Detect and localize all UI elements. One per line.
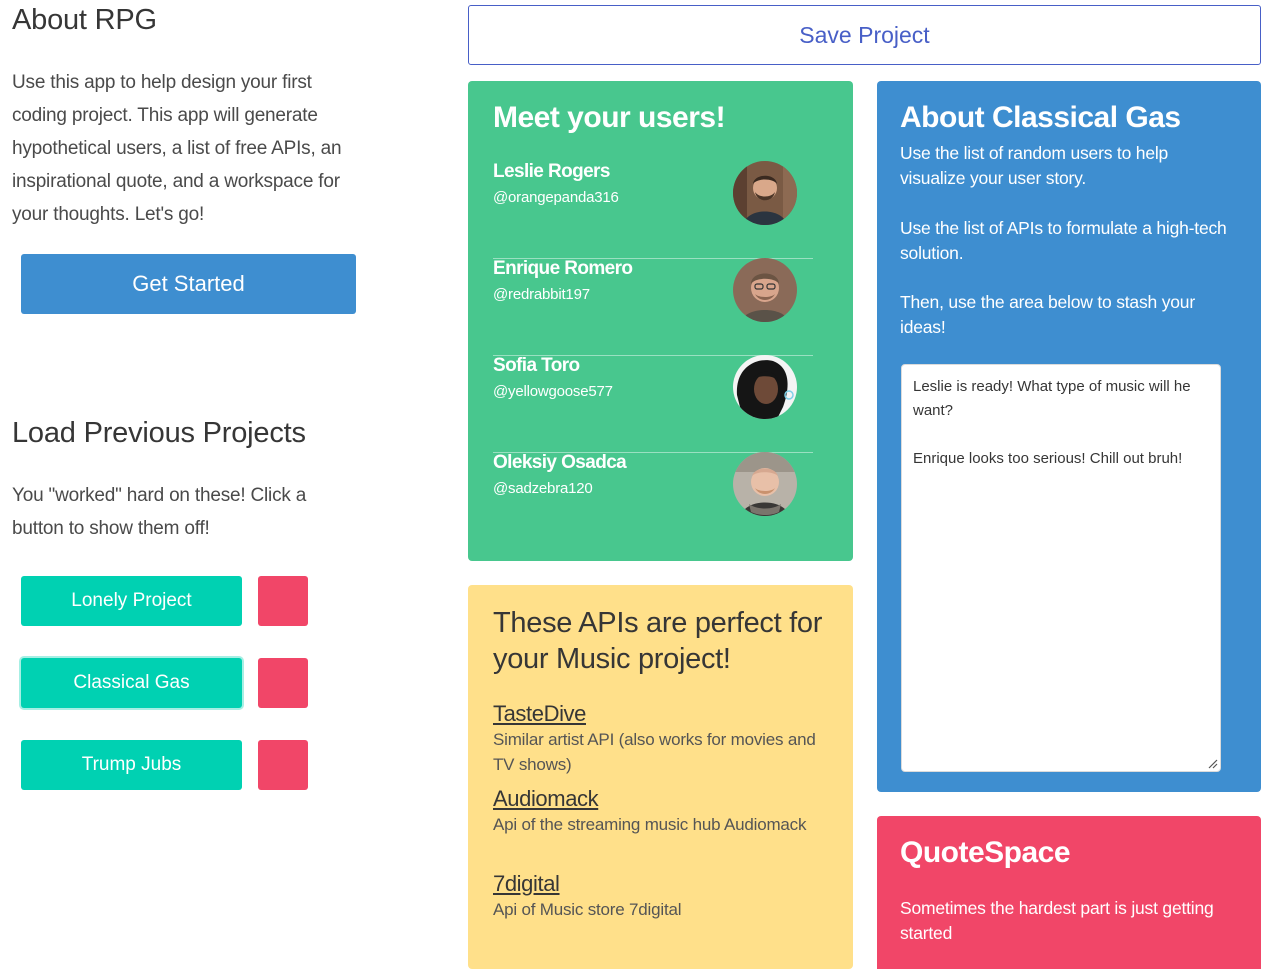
project-button-lonely-project[interactable]: Lonely Project xyxy=(21,576,242,626)
api-item: Audiomack Api of the streaming music hub… xyxy=(493,786,823,837)
apis-card-title: These APIs are perfect for your Music pr… xyxy=(493,607,823,675)
about-project-title: About Classical Gas xyxy=(900,101,1181,134)
user-avatar xyxy=(733,452,797,516)
api-description: Similar artist API (also works for movie… xyxy=(493,730,816,774)
project-button-classical-gas[interactable]: Classical Gas xyxy=(21,658,242,708)
user-item: Oleksiy Osadca @sadzebra120 xyxy=(493,452,813,549)
quote-card: QuoteSpace Sometimes the hardest part is… xyxy=(877,816,1261,969)
about-title: About RPG xyxy=(12,4,157,36)
quote-card-title: QuoteSpace xyxy=(900,836,1071,869)
user-avatar xyxy=(733,355,797,419)
about-project-tip: Then, use the area below to stash your i… xyxy=(900,292,1195,337)
delete-project-button[interactable] xyxy=(258,740,308,790)
api-link[interactable]: Audiomack xyxy=(493,786,823,812)
user-handle: @orangepanda316 xyxy=(493,189,619,206)
apis-card: These APIs are perfect for your Music pr… xyxy=(468,585,853,969)
about-project-card: About Classical Gas Use the list of rand… xyxy=(877,81,1261,792)
resize-grip-icon[interactable] xyxy=(1208,759,1218,769)
api-description: Api of Music store 7digital xyxy=(493,900,682,919)
users-card: Meet your users! Leslie Rogers @orangepa… xyxy=(468,81,853,561)
load-projects-title: Load Previous Projects xyxy=(12,417,306,449)
about-project-tip: Use the list of random users to help vis… xyxy=(900,143,1169,188)
user-avatar xyxy=(733,161,797,225)
project-button-trump-jubs[interactable]: Trump Jubs xyxy=(21,740,242,790)
quote-text: Sometimes the hardest part is just getti… xyxy=(900,898,1214,943)
load-projects-description: You "worked" hard on these! Click a butt… xyxy=(12,485,307,539)
notes-textarea[interactable]: Leslie is ready! What type of music will… xyxy=(901,364,1221,772)
api-item: TasteDive Similar artist API (also works… xyxy=(493,701,823,777)
api-description: Api of the streaming music hub Audiomack xyxy=(493,815,807,834)
user-handle: @yellowgoose577 xyxy=(493,383,613,400)
user-name: Oleksiy Osadca xyxy=(493,452,627,473)
user-handle: @sadzebra120 xyxy=(493,480,593,497)
api-item: 7digital Api of Music store 7digital xyxy=(493,871,823,922)
user-item: Enrique Romero @redrabbit197 xyxy=(493,258,813,356)
about-description: Use this app to help design your first c… xyxy=(12,72,342,225)
get-started-button[interactable]: Get Started xyxy=(21,254,356,314)
user-handle: @redrabbit197 xyxy=(493,286,590,303)
api-link[interactable]: TasteDive xyxy=(493,701,823,727)
user-name: Enrique Romero xyxy=(493,258,633,279)
user-item: Leslie Rogers @orangepanda316 xyxy=(493,161,813,259)
api-link[interactable]: 7digital xyxy=(493,871,823,897)
user-name: Leslie Rogers xyxy=(493,161,610,182)
delete-project-button[interactable] xyxy=(258,658,308,708)
users-card-title: Meet your users! xyxy=(493,101,726,134)
user-item: Sofia Toro @yellowgoose577 xyxy=(493,355,813,453)
delete-project-button[interactable] xyxy=(258,576,308,626)
user-name: Sofia Toro xyxy=(493,355,580,376)
user-avatar xyxy=(733,258,797,322)
about-project-tip: Use the list of APIs to formulate a high… xyxy=(900,218,1227,263)
save-project-button[interactable]: Save Project xyxy=(468,5,1261,65)
